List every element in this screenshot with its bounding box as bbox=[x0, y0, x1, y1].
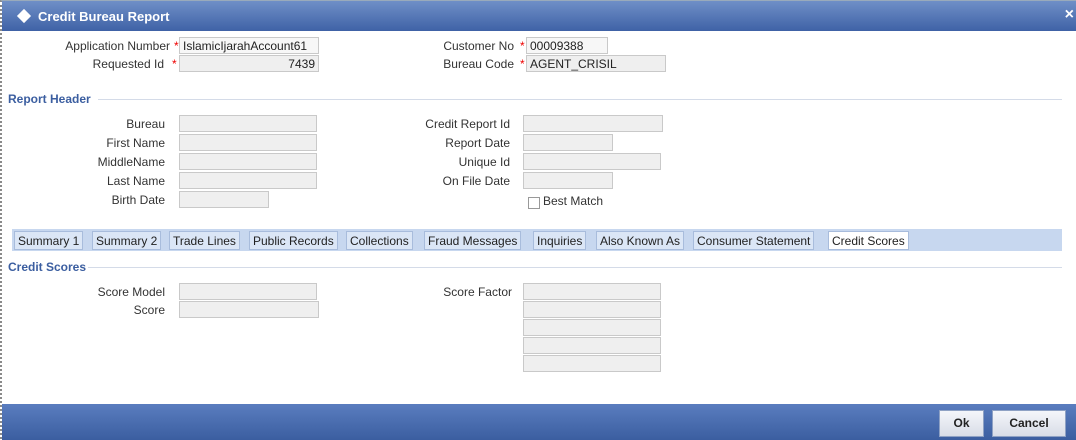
tab-public-records[interactable]: Public Records bbox=[249, 231, 338, 250]
credit-bureau-report-window: Credit Bureau Report × Application Numbe… bbox=[0, 0, 1076, 440]
report-date-field[interactable] bbox=[523, 134, 613, 151]
report-date-label: Report Date bbox=[445, 136, 510, 150]
bureau-label: Bureau bbox=[126, 117, 165, 131]
on-file-date-label: On File Date bbox=[442, 174, 510, 188]
report-header-title: Report Header bbox=[8, 92, 91, 106]
last-name-label: Last Name bbox=[106, 174, 165, 188]
required-marker: * bbox=[174, 39, 179, 53]
bureau-field[interactable] bbox=[179, 115, 317, 132]
tab-trade-lines[interactable]: Trade Lines bbox=[169, 231, 240, 250]
customer-no-label: Customer No bbox=[443, 39, 514, 53]
score-model-field[interactable] bbox=[179, 283, 317, 300]
best-match-checkbox[interactable] bbox=[528, 197, 540, 209]
on-file-date-field[interactable] bbox=[523, 172, 613, 189]
cancel-button[interactable]: Cancel bbox=[992, 410, 1066, 437]
birth-date-label: Birth Date bbox=[111, 193, 165, 207]
close-icon[interactable]: × bbox=[1065, 6, 1074, 24]
tab-inquiries[interactable]: Inquiries bbox=[533, 231, 587, 250]
score-factor-field-3[interactable] bbox=[523, 319, 661, 336]
requested-id-field[interactable]: 7439 bbox=[179, 55, 319, 72]
tab-collections[interactable]: Collections bbox=[346, 231, 413, 250]
score-factor-field-2[interactable] bbox=[523, 301, 661, 318]
application-number-field[interactable]: IslamicIjarahAccount61 bbox=[179, 37, 319, 54]
unique-id-label: Unique Id bbox=[458, 155, 510, 169]
tab-bar: Summary 1 Summary 2 Trade Lines Public R… bbox=[12, 229, 1062, 251]
best-match-label: Best Match bbox=[543, 194, 604, 208]
score-factor-field-5[interactable] bbox=[523, 355, 661, 372]
bureau-code-field[interactable]: AGENT_CRISIL bbox=[526, 55, 666, 72]
tab-summary-1[interactable]: Summary 1 bbox=[14, 231, 84, 250]
title-bar: Credit Bureau Report × bbox=[2, 1, 1076, 31]
score-field[interactable] bbox=[179, 301, 319, 318]
tab-summary-2[interactable]: Summary 2 bbox=[92, 231, 162, 250]
credit-report-id-field[interactable] bbox=[523, 115, 663, 132]
diamond-icon bbox=[16, 8, 32, 24]
requested-id-label: Requested Id bbox=[92, 57, 164, 71]
window-title: Credit Bureau Report bbox=[38, 9, 170, 24]
required-marker: * bbox=[172, 57, 177, 71]
ok-button[interactable]: Ok bbox=[939, 410, 984, 437]
birth-date-field[interactable] bbox=[179, 191, 269, 208]
middle-name-field[interactable] bbox=[179, 153, 317, 170]
customer-no-field[interactable]: 00009388 bbox=[526, 37, 608, 54]
bureau-code-label: Bureau Code bbox=[443, 57, 514, 71]
tab-fraud-messages[interactable]: Fraud Messages bbox=[424, 231, 522, 250]
tab-also-known-as[interactable]: Also Known As bbox=[596, 231, 685, 250]
required-marker: * bbox=[520, 57, 525, 71]
score-factor-label: Score Factor bbox=[443, 285, 512, 299]
last-name-field[interactable] bbox=[179, 172, 317, 189]
score-label: Score bbox=[133, 303, 165, 317]
score-factor-field-1[interactable] bbox=[523, 283, 661, 300]
first-name-field[interactable] bbox=[179, 134, 317, 151]
credit-scores-divider bbox=[88, 267, 1062, 268]
report-header-divider bbox=[98, 99, 1062, 100]
tab-credit-scores[interactable]: Credit Scores bbox=[828, 231, 909, 250]
credit-report-id-label: Credit Report Id bbox=[425, 117, 510, 131]
middle-name-label: MiddleName bbox=[97, 155, 165, 169]
tab-consumer-statement[interactable]: Consumer Statement bbox=[693, 231, 815, 250]
footer-bar: Ok Cancel bbox=[2, 404, 1076, 440]
score-model-label: Score Model bbox=[97, 285, 165, 299]
application-number-label: Application Number bbox=[65, 39, 170, 53]
credit-scores-title: Credit Scores bbox=[8, 260, 87, 274]
required-marker: * bbox=[520, 39, 525, 53]
first-name-label: First Name bbox=[106, 136, 165, 150]
unique-id-field[interactable] bbox=[523, 153, 661, 170]
score-factor-field-4[interactable] bbox=[523, 337, 661, 354]
